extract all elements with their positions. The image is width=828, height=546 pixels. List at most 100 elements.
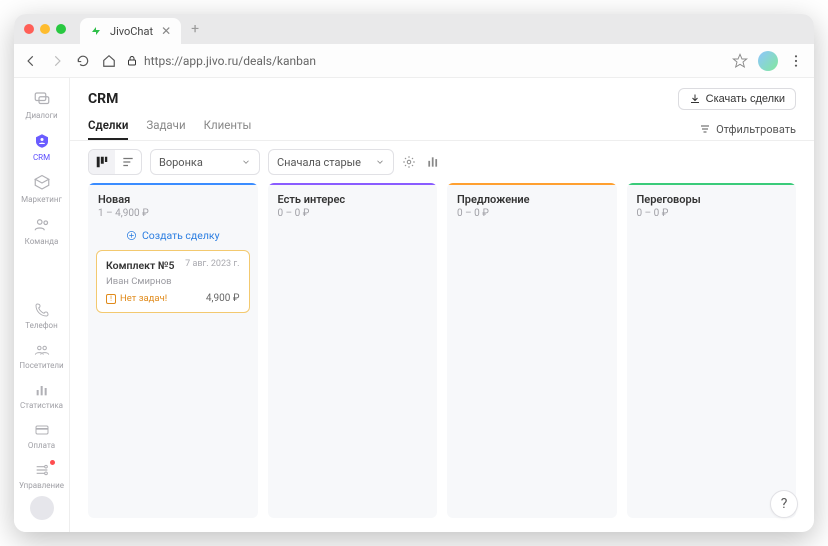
sidebar-item-manage[interactable]: Управление bbox=[14, 456, 69, 496]
close-icon[interactable] bbox=[24, 24, 34, 34]
reload-icon[interactable] bbox=[76, 54, 90, 68]
plus-circle-icon bbox=[126, 230, 137, 241]
kanban-column-interest: Есть интерес 0 – 0 ₽ bbox=[268, 183, 438, 518]
kanban-column-proposal: Предложение 0 – 0 ₽ bbox=[447, 183, 617, 518]
sidebar-item-label: Телефон bbox=[25, 321, 57, 330]
profile-avatar[interactable] bbox=[758, 51, 778, 71]
sort-select-label: Сначала старые bbox=[277, 156, 361, 169]
forward-icon[interactable] bbox=[50, 54, 64, 68]
url-text: https://app.jivo.ru/deals/kanban bbox=[144, 54, 316, 68]
tab-clients[interactable]: Клиенты bbox=[204, 118, 252, 140]
filter-icon bbox=[699, 123, 711, 135]
phone-icon bbox=[34, 302, 50, 318]
gear-icon bbox=[402, 155, 416, 169]
tabs: Сделки Задачи Клиенты bbox=[88, 118, 251, 140]
sidebar-item-visitors[interactable]: Посетители bbox=[14, 336, 69, 376]
inbox-icon bbox=[33, 174, 51, 192]
minimize-icon[interactable] bbox=[40, 24, 50, 34]
lock-icon bbox=[126, 55, 138, 67]
chat-icon bbox=[33, 90, 51, 108]
tabs-row: Сделки Задачи Клиенты Отфильтровать bbox=[70, 110, 814, 141]
help-button[interactable]: ? bbox=[770, 490, 798, 518]
url-input[interactable]: https://app.jivo.ru/deals/kanban bbox=[126, 54, 722, 68]
visitors-icon bbox=[34, 342, 50, 358]
sidebar-item-label: Статистика bbox=[20, 401, 63, 410]
deal-name: Комплект №5 bbox=[106, 259, 175, 272]
maximize-icon[interactable] bbox=[56, 24, 66, 34]
sort-select[interactable]: Сначала старые bbox=[268, 149, 394, 175]
sidebar-item-label: Оплата bbox=[28, 441, 55, 450]
deal-contact: Иван Смирнов bbox=[106, 276, 240, 287]
kanban-column-new: Новая 1 – 4,900 ₽ Создать сделку Комплек… bbox=[88, 183, 258, 518]
deal-date: 7 авг. 2023 г. bbox=[185, 259, 239, 272]
deal-amount: 4,900 ₽ bbox=[206, 293, 240, 304]
column-summary: 0 – 0 ₽ bbox=[637, 208, 787, 219]
stats-icon bbox=[34, 382, 50, 398]
sidebar-item-label: Управление bbox=[19, 481, 64, 490]
back-icon[interactable] bbox=[24, 54, 38, 68]
deal-card[interactable]: Комплект №5 7 авг. 2023 г. Иван Смирнов … bbox=[96, 250, 250, 313]
kanban-view-button[interactable] bbox=[89, 150, 115, 174]
column-title: Новая bbox=[98, 193, 248, 206]
funnel-select[interactable]: Воронка bbox=[150, 149, 260, 175]
filter-label: Отфильтровать bbox=[716, 123, 796, 136]
column-title: Предложение bbox=[457, 193, 607, 206]
column-summary: 0 – 0 ₽ bbox=[457, 208, 607, 219]
bar-chart-icon bbox=[426, 155, 440, 169]
kanban-icon bbox=[95, 155, 109, 169]
kanban-column-negotiation: Переговоры 0 – 0 ₽ bbox=[627, 183, 797, 518]
new-tab-button[interactable]: + bbox=[181, 21, 209, 37]
filter-button[interactable]: Отфильтровать bbox=[699, 123, 796, 136]
analytics-button[interactable] bbox=[426, 155, 440, 169]
team-icon bbox=[33, 216, 51, 234]
list-view-button[interactable] bbox=[115, 150, 141, 174]
kebab-icon[interactable] bbox=[788, 53, 804, 69]
tab-tasks[interactable]: Задачи bbox=[146, 118, 185, 140]
user-avatar[interactable] bbox=[30, 496, 54, 520]
settings-icon bbox=[34, 462, 50, 478]
sidebar-item-label: Диалоги bbox=[25, 111, 57, 120]
sidebar-item-label: Команда bbox=[25, 237, 59, 246]
toolbar: Воронка Сначала старые bbox=[70, 141, 814, 183]
column-title: Есть интерес bbox=[278, 193, 428, 206]
tab-deals[interactable]: Сделки bbox=[88, 118, 128, 140]
tab-favicon bbox=[90, 25, 102, 37]
traffic-lights bbox=[24, 24, 80, 34]
tab-title: JivoChat bbox=[110, 25, 153, 38]
browser-tab[interactable]: JivoChat ✕ bbox=[80, 18, 181, 44]
sidebar-item-label: Посетители bbox=[19, 361, 63, 370]
chevron-down-icon bbox=[375, 157, 385, 167]
sidebar-item-label: Маркетинг bbox=[21, 195, 62, 204]
kanban-board: Новая 1 – 4,900 ₽ Создать сделку Комплек… bbox=[70, 183, 814, 532]
app: Диалоги CRM Маркетинг Команда Телефон bbox=[14, 78, 814, 532]
column-title: Переговоры bbox=[637, 193, 787, 206]
funnel-select-label: Воронка bbox=[159, 156, 203, 169]
sidebar-item-crm[interactable]: CRM bbox=[14, 126, 69, 168]
download-icon bbox=[689, 93, 701, 105]
settings-button[interactable] bbox=[402, 155, 416, 169]
main: CRM Скачать сделки Сделки Задачи Клиенты… bbox=[70, 78, 814, 532]
sidebar-item-team[interactable]: Команда bbox=[14, 210, 69, 252]
warning-box-icon: ! bbox=[106, 294, 116, 304]
sidebar-item-dialogs[interactable]: Диалоги bbox=[14, 84, 69, 126]
home-icon[interactable] bbox=[102, 54, 116, 68]
sidebar-item-phone[interactable]: Телефон bbox=[14, 296, 69, 336]
no-tasks-badge: ! Нет задач! bbox=[106, 293, 167, 304]
sidebar-item-payment[interactable]: Оплата bbox=[14, 416, 69, 456]
sidebar-item-stats[interactable]: Статистика bbox=[14, 376, 69, 416]
download-deals-button[interactable]: Скачать сделки bbox=[678, 88, 796, 110]
page-title: CRM bbox=[88, 91, 118, 107]
star-icon[interactable] bbox=[732, 53, 748, 69]
close-tab-icon[interactable]: ✕ bbox=[161, 24, 171, 38]
create-deal-button[interactable]: Создать сделку bbox=[88, 225, 258, 250]
column-summary: 0 – 0 ₽ bbox=[278, 208, 428, 219]
chevron-down-icon bbox=[241, 157, 251, 167]
list-icon bbox=[121, 155, 135, 169]
download-label: Скачать сделки bbox=[706, 93, 785, 105]
column-summary: 1 – 4,900 ₽ bbox=[98, 208, 248, 219]
no-tasks-label: Нет задач! bbox=[120, 293, 167, 304]
view-toggle bbox=[88, 149, 142, 175]
sidebar-item-marketing[interactable]: Маркетинг bbox=[14, 168, 69, 210]
sidebar: Диалоги CRM Маркетинг Команда Телефон bbox=[14, 78, 70, 532]
crm-icon bbox=[33, 132, 51, 150]
